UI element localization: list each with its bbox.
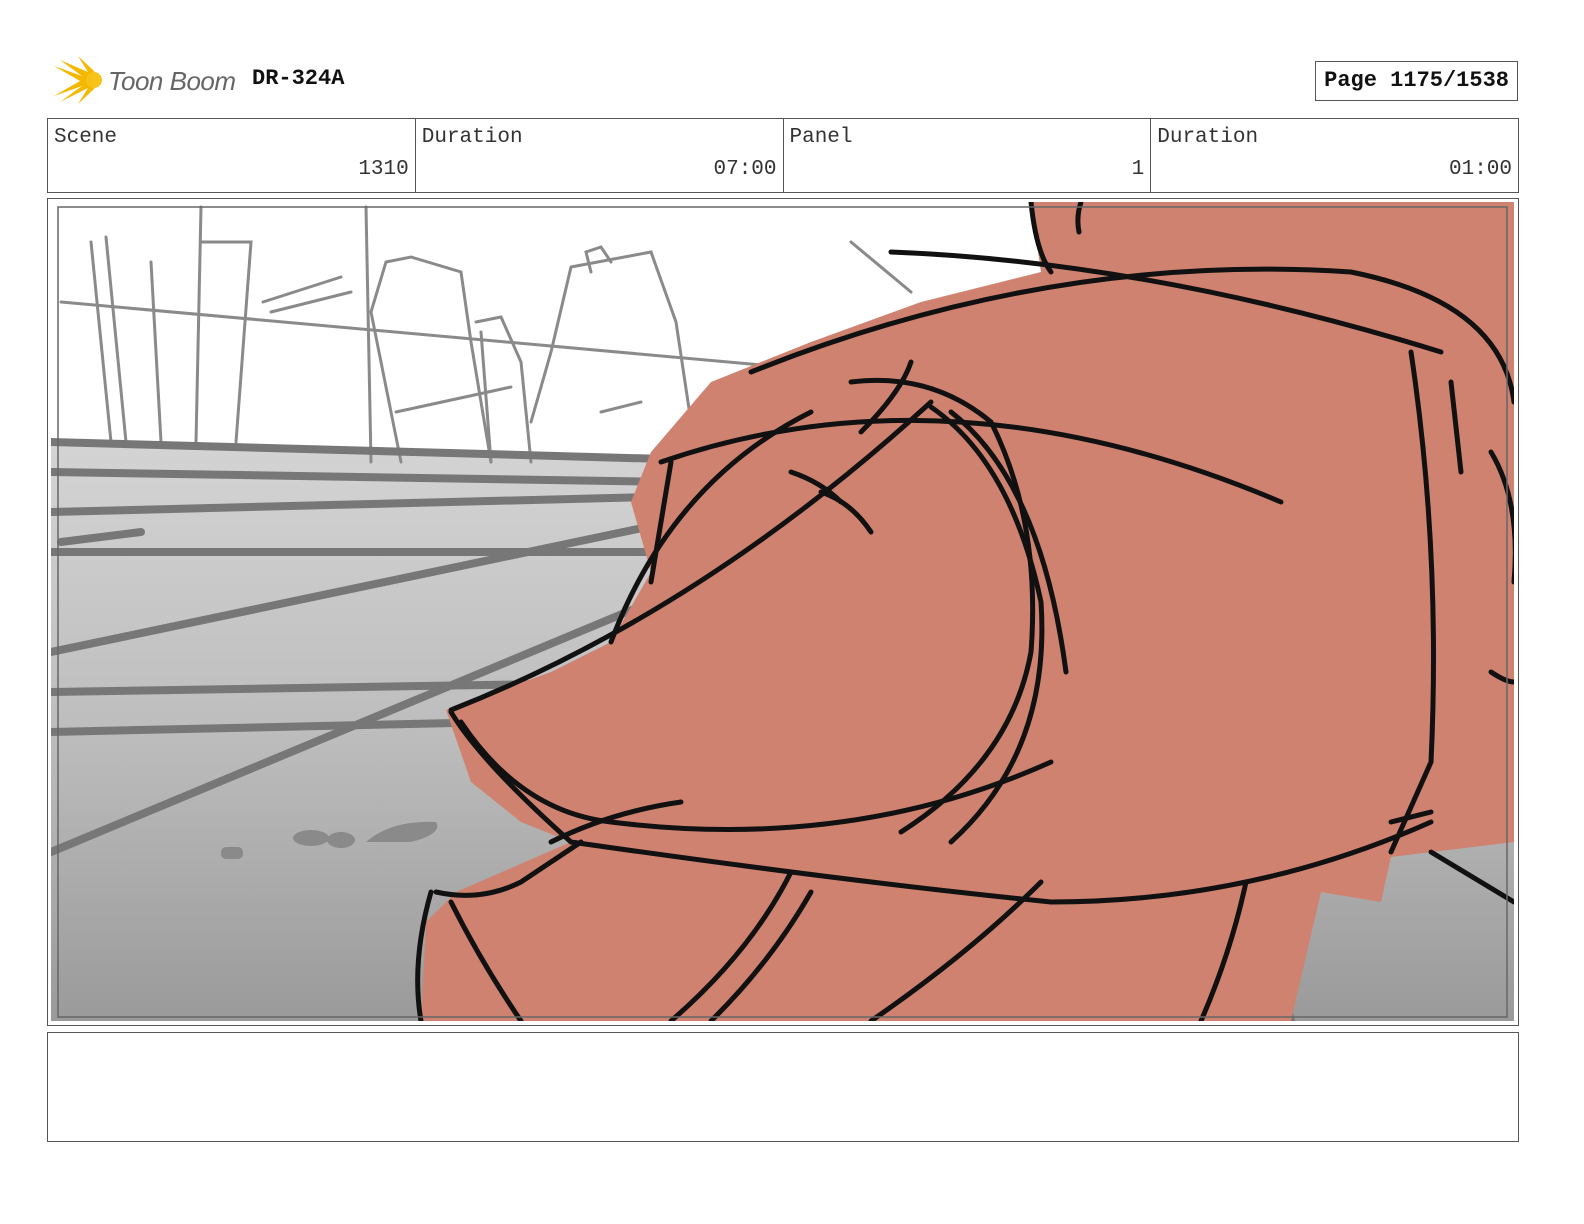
- scene-value: 1310: [358, 158, 409, 181]
- scene-duration-value: 07:00: [713, 158, 777, 181]
- panel-notes-box: [47, 1032, 1519, 1142]
- scene-label: Scene: [54, 126, 118, 149]
- storyboard-header: Toon Boom DR-324A Page 1175/1538: [48, 52, 1520, 108]
- panel-duration-label: Duration: [1157, 126, 1259, 149]
- scene-duration-label: Duration: [421, 126, 523, 149]
- page-indicator: Page 1175/1538: [1315, 61, 1518, 101]
- scene-duration-cell: Duration 07:00: [416, 119, 784, 192]
- panel-label: Panel: [789, 126, 853, 149]
- panel-sketch: [51, 202, 1514, 1021]
- starburst-icon: [54, 56, 102, 104]
- panel-duration-value: 01:00: [1448, 158, 1512, 181]
- scene-info-table: Scene 1310 Duration 07:00 Panel 1 Durati…: [47, 118, 1519, 193]
- panel-cell: Panel 1: [784, 119, 1152, 192]
- production-code: DR-324A: [252, 66, 345, 91]
- toon-boom-logo: Toon Boom: [52, 56, 242, 106]
- logo-text: Toon Boom: [108, 66, 236, 96]
- storyboard-panel-image: [47, 198, 1519, 1026]
- panel-value: 1: [1131, 158, 1145, 181]
- panel-duration-cell: Duration 01:00: [1151, 119, 1518, 192]
- scene-cell: Scene 1310: [48, 119, 416, 192]
